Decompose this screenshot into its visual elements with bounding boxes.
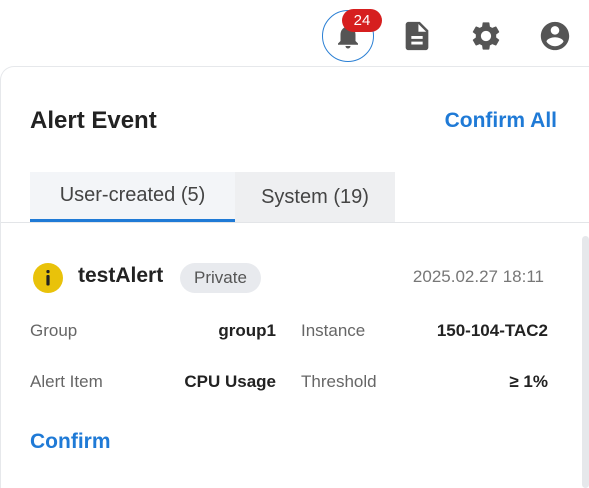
documents-button[interactable] bbox=[391, 10, 443, 62]
group-value: group1 bbox=[218, 321, 276, 340]
instance-label: Instance bbox=[301, 321, 366, 340]
threshold-value: ≥ 1% bbox=[509, 372, 548, 391]
top-bar: 24 bbox=[0, 0, 589, 68]
alert-item-value: CPU Usage bbox=[184, 372, 276, 391]
gear-icon bbox=[472, 22, 500, 50]
user-icon bbox=[540, 21, 570, 51]
tab-user-created[interactable]: User-created (5) bbox=[30, 172, 235, 222]
group-label: Group bbox=[30, 321, 78, 340]
info-glyph-icon bbox=[46, 270, 50, 286]
panel-title: Alert Event bbox=[30, 107, 157, 134]
scrollbar[interactable] bbox=[582, 236, 589, 488]
alert-detail-row: Group group1 Instance 150-104-TAC2 bbox=[30, 321, 550, 345]
alert-item-label: Alert Item bbox=[30, 372, 103, 391]
alert-timestamp: 2025.02.27 18:11 bbox=[412, 267, 544, 286]
account-button[interactable] bbox=[529, 10, 581, 62]
alert-tabs: User-created (5) System (19) bbox=[30, 172, 395, 222]
alert-event-panel: Alert Event Confirm All User-created (5)… bbox=[0, 66, 589, 488]
alert-name: testAlert bbox=[78, 264, 164, 287]
info-icon bbox=[33, 263, 63, 293]
threshold-label: Threshold bbox=[301, 372, 377, 391]
document-icon bbox=[405, 21, 429, 51]
visibility-badge: Private bbox=[180, 263, 261, 293]
tabs-divider bbox=[1, 222, 589, 223]
confirm-button[interactable]: Confirm bbox=[30, 430, 111, 454]
alert-detail-row: Alert Item CPU Usage Threshold ≥ 1% bbox=[30, 372, 550, 396]
confirm-all-button[interactable]: Confirm All bbox=[445, 109, 557, 133]
tab-system[interactable]: System (19) bbox=[235, 172, 395, 222]
settings-button[interactable] bbox=[460, 10, 512, 62]
notification-count-badge: 24 bbox=[342, 9, 382, 32]
instance-value: 150-104-TAC2 bbox=[436, 321, 548, 340]
